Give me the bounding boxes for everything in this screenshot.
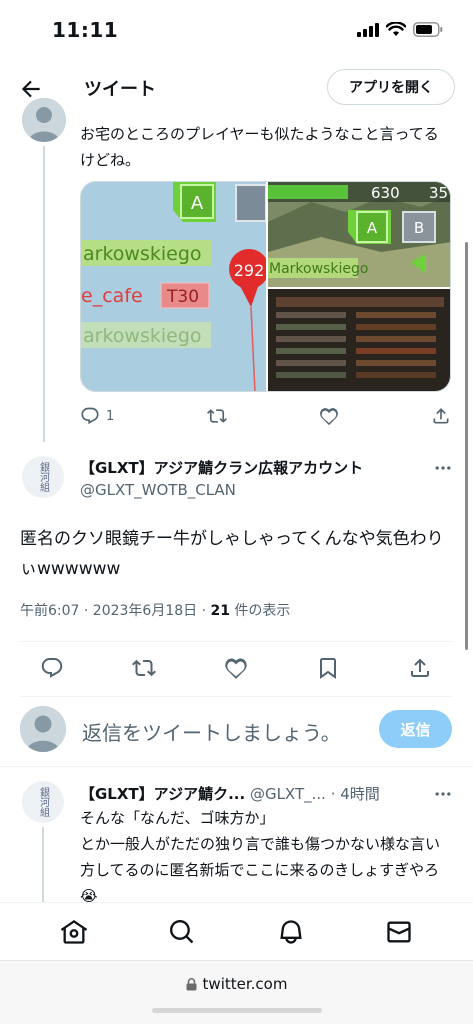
status-time: 11:11 [52, 18, 119, 42]
parent-tweet-text: お宅のところのプレイヤーも似たようなこと言ってるけどね。 [80, 125, 439, 169]
share-icon[interactable] [408, 656, 432, 680]
like-action[interactable] [319, 406, 339, 426]
signal-icon [357, 22, 379, 37]
main-author-avatar[interactable]: 銀河組 [22, 456, 64, 498]
main-author-handle[interactable]: @GLXT_WOTB_CLAN [80, 481, 236, 499]
divider [20, 641, 452, 642]
default-avatar-icon [22, 98, 66, 142]
media-text-name4: Markowskiego [269, 261, 368, 277]
avatar-seal-text: 銀河組 [37, 462, 49, 492]
media-text-name1: arkowskiego [83, 243, 202, 265]
like-icon[interactable] [224, 656, 248, 680]
retweet-icon[interactable] [132, 656, 156, 680]
reply-author-name[interactable]: 【GLXT】アジア鯖ク... [80, 785, 245, 803]
reply-tweet-header: 【GLXT】アジア鯖ク... @GLXT_... · 4時間 [80, 783, 380, 804]
lock-icon [186, 977, 197, 990]
like-icon [319, 408, 338, 426]
reply-time[interactable]: · 4時間 [331, 785, 380, 803]
share-action[interactable] [431, 406, 451, 426]
reply-action[interactable]: 1 [80, 406, 114, 426]
notifications-icon[interactable] [277, 918, 305, 946]
share-icon [433, 408, 449, 424]
page-title: ツイート [84, 79, 156, 100]
tweet-timestamp[interactable]: 午前6:07 · 2023年6月18日 · [20, 603, 211, 619]
default-avatar-icon [20, 706, 66, 752]
main-more-button[interactable] [433, 458, 453, 478]
parent-tweet-actions: 1 [80, 406, 451, 426]
media-text-hp2: 35 [429, 184, 448, 202]
views-label: 件の表示 [229, 603, 291, 619]
retweet-icon [206, 409, 227, 423]
avatar-seal-text: 銀河組 [37, 787, 49, 817]
media-text-a: A [191, 193, 204, 214]
retweet-action[interactable] [206, 406, 227, 426]
reply-author-handle[interactable]: @GLXT_... [250, 785, 326, 803]
status-icons [357, 22, 443, 37]
main-tweet-text: 匿名のクソ眼鏡チー牛がしゃしゃってくんなや気色わりぃwwwwww [20, 529, 444, 579]
thread-line [42, 827, 44, 907]
media-text-marker: 292 [234, 261, 265, 280]
reply-more-button[interactable] [433, 784, 453, 804]
main-tweet-actions [40, 656, 432, 680]
reply-text-line: とか一般人がただの独り言で誰も傷つかない様な言い方してるのに匿名新垢でここに来る… [80, 835, 441, 905]
media-text-name3: arkowskiego [83, 325, 202, 347]
more-icon [435, 792, 451, 796]
divider [0, 766, 473, 767]
wifi-icon [386, 22, 406, 36]
reply-count: 1 [106, 408, 115, 424]
media-text-tag: T30 [166, 287, 199, 307]
media-text-hp1: 630 [371, 184, 400, 202]
home-indicator [152, 1008, 322, 1013]
reply-author-avatar[interactable]: 銀河組 [22, 781, 64, 823]
url-display[interactable]: twitter.com [0, 975, 473, 993]
reply-text-line: そんな「なんだ、ゴ味方か」 [80, 809, 275, 827]
messages-icon[interactable] [385, 918, 413, 946]
bottom-tab-bar [0, 902, 473, 960]
tweet-meta: 午前6:07 · 2023年6月18日 · 21 件の表示 [20, 600, 290, 620]
search-icon[interactable] [168, 918, 196, 946]
thread-line [43, 146, 45, 442]
more-icon [435, 466, 451, 470]
reply-button[interactable]: 返信 [379, 710, 452, 748]
reply-tweet-text: そんな「なんだ、ゴ味方か」 とか一般人がただの独り言で誰も傷つかない様な言い方し… [80, 805, 452, 909]
divider [20, 696, 452, 697]
battery-icon [413, 22, 443, 37]
parent-avatar[interactable] [22, 98, 66, 142]
home-icon[interactable] [60, 918, 88, 946]
reply-input[interactable]: 返信をツイートしましょう。 [82, 717, 341, 746]
scrollbar[interactable] [465, 242, 468, 650]
tweet-media[interactable]: A arkowskiego e_cafe T30 arkowskiego 292… [80, 181, 451, 392]
media-text-name2: e_cafe [81, 285, 143, 307]
open-app-button[interactable]: アプリを開く [327, 69, 455, 105]
media-image: A arkowskiego e_cafe T30 arkowskiego 292… [81, 182, 450, 391]
views-count: 21 [210, 603, 230, 619]
url-text: twitter.com [202, 975, 288, 993]
bookmark-icon[interactable] [316, 656, 340, 680]
composer-avatar [20, 706, 66, 752]
media-text-b: B [414, 219, 424, 237]
main-author-name[interactable]: 【GLXT】アジア鯖クラン広報アカウント [80, 457, 363, 478]
media-text-a2: A [367, 219, 378, 237]
reply-icon [81, 407, 99, 425]
reply-icon[interactable] [40, 656, 64, 680]
